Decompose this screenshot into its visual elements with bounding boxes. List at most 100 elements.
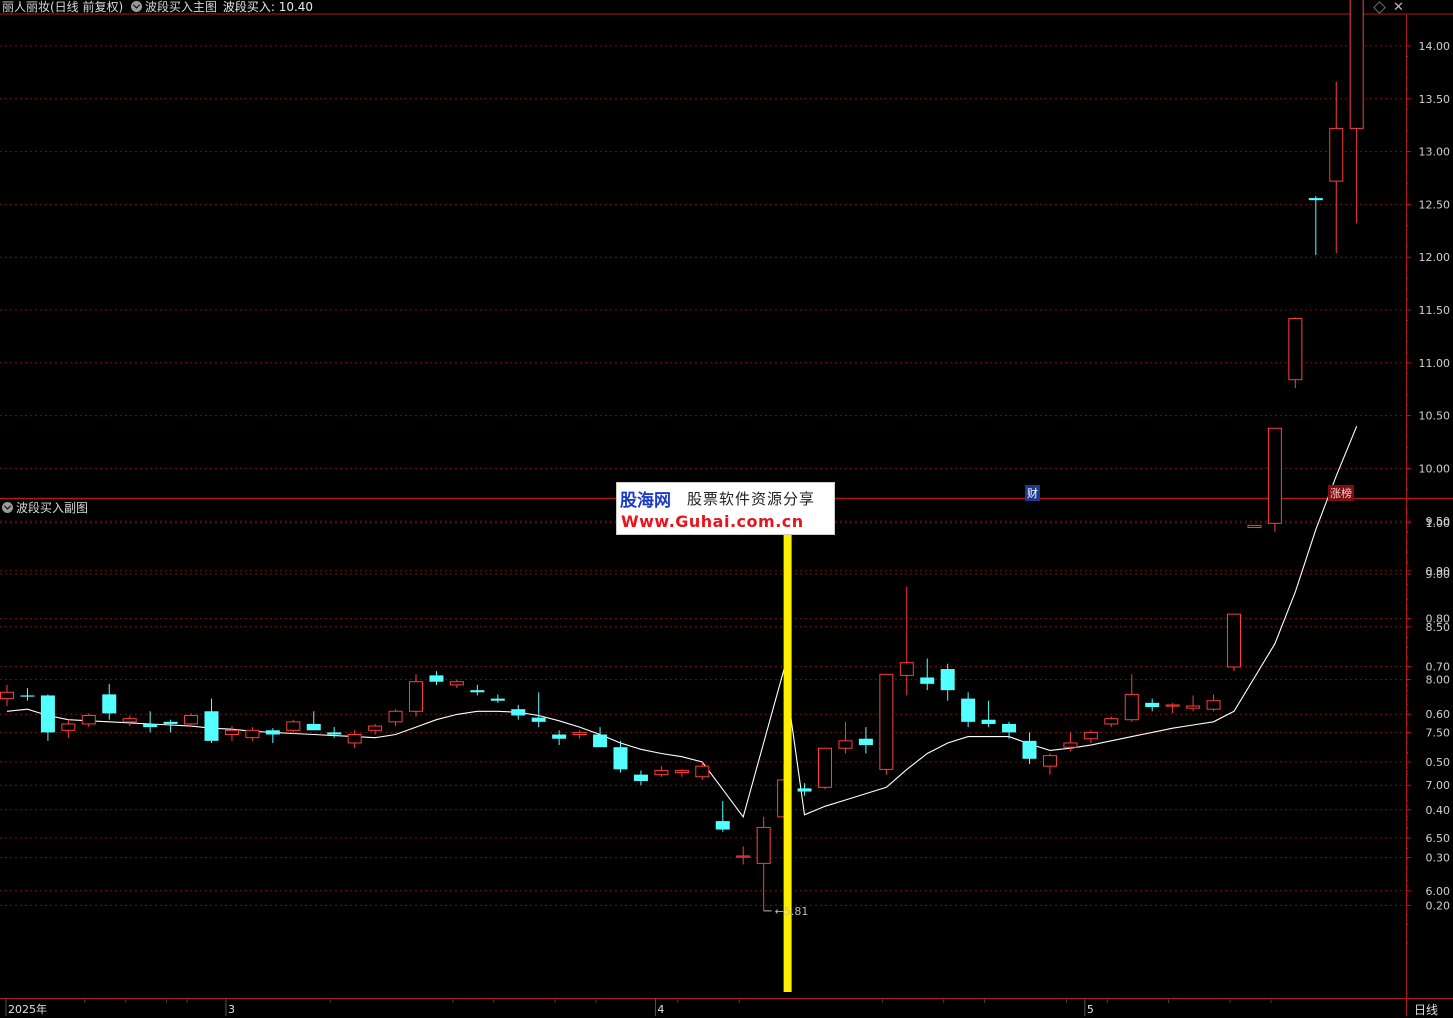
- candle: [246, 727, 259, 741]
- candle-body: [102, 694, 116, 713]
- price-tick-label: 6.00: [1426, 885, 1451, 898]
- value-tick-label: 0.70: [1426, 660, 1451, 673]
- candle-body: [1, 692, 14, 698]
- candle-body: [511, 709, 525, 715]
- candle: [123, 716, 136, 727]
- candle-body: [696, 766, 709, 777]
- candle: [737, 846, 750, 864]
- candle: [1289, 317, 1302, 388]
- value-tick-label: 0.60: [1426, 708, 1451, 721]
- date-axis: 2025年345: [6, 998, 1271, 1016]
- candle-body: [737, 856, 750, 857]
- candle: [287, 720, 300, 735]
- candle: [511, 705, 525, 720]
- candle-body: [327, 732, 341, 734]
- chevron-down-icon[interactable]: [2, 502, 13, 513]
- candle: [205, 699, 219, 743]
- candle-body: [62, 724, 75, 730]
- candle-body: [491, 699, 505, 701]
- sub-indicator-name[interactable]: 波段买入副图: [16, 501, 88, 515]
- candle-body: [1043, 756, 1056, 767]
- candle: [859, 727, 873, 753]
- candle: [450, 680, 463, 688]
- candle: [102, 684, 116, 720]
- candle: [757, 817, 770, 911]
- candle: [369, 724, 382, 735]
- candle-body: [369, 726, 382, 730]
- candle-body: [143, 724, 157, 727]
- finance-tag[interactable]: 财: [1025, 485, 1040, 501]
- candle-body: [716, 821, 730, 829]
- candle-body: [307, 724, 321, 730]
- main-grid: [0, 46, 1406, 891]
- candle: [82, 713, 95, 727]
- main-indicator-value: 波段买入: 10.40: [223, 0, 313, 14]
- candle: [1043, 754, 1056, 775]
- candle: [1105, 717, 1118, 728]
- candle: [470, 685, 484, 696]
- candle: [961, 692, 975, 727]
- candle-body: [859, 739, 873, 745]
- candle-body: [185, 716, 198, 724]
- candle-body: [1330, 128, 1343, 181]
- candle-body: [798, 788, 812, 791]
- limit-up-tag[interactable]: 涨榜: [1328, 485, 1354, 501]
- candle: [634, 770, 648, 785]
- candle-body: [1268, 428, 1281, 523]
- candle: [1145, 699, 1159, 712]
- candle-body: [1166, 705, 1179, 706]
- candle: [1, 685, 14, 706]
- sub-pane-header: 波段买入副图: [2, 501, 88, 515]
- candle-body: [164, 722, 178, 724]
- candle-body: [1309, 198, 1323, 200]
- candle: [1350, 0, 1363, 223]
- price-tick-label: 6.50: [1426, 832, 1451, 845]
- candle: [389, 709, 402, 726]
- main-indicator-name[interactable]: 波段买入主图: [145, 0, 217, 14]
- candle: [593, 727, 607, 747]
- candle-body: [348, 735, 361, 743]
- close-icon[interactable]: ✕: [1393, 0, 1404, 15]
- candle-body: [1350, 0, 1363, 128]
- candle-body: [573, 732, 586, 734]
- period-label[interactable]: 日线: [1414, 1001, 1438, 1018]
- candle: [696, 762, 709, 780]
- watermark-logo: 股海网 股票软件资源分享 Www.Guhai.com.cn: [616, 482, 835, 535]
- signal-bar: [784, 523, 792, 992]
- candle-body: [266, 730, 280, 734]
- candle: [716, 801, 730, 832]
- price-tick-label: 10.00: [1419, 462, 1451, 475]
- candle: [1023, 732, 1037, 764]
- candle: [41, 694, 55, 740]
- candle: [1084, 730, 1097, 743]
- candle-body: [1002, 724, 1016, 732]
- watermark-slogan: 股票软件资源分享: [687, 488, 815, 509]
- price-tick-label: 10.50: [1419, 410, 1451, 423]
- candle-body: [1289, 318, 1302, 379]
- date-label: 2025年: [8, 1002, 47, 1016]
- candle: [614, 741, 628, 773]
- candle-body: [1187, 706, 1200, 708]
- chevron-down-icon[interactable]: [131, 1, 142, 12]
- candle: [819, 748, 832, 789]
- candle: [532, 692, 546, 727]
- candle-body: [552, 735, 566, 739]
- candle: [839, 722, 852, 754]
- price-tick-label: 14.00: [1419, 40, 1451, 53]
- watermark-url: Www.Guhai.com.cn: [621, 512, 804, 531]
- candle-body: [41, 695, 55, 732]
- candle-body: [82, 716, 95, 724]
- candle-body: [532, 718, 546, 722]
- candle: [982, 701, 996, 727]
- price-tick-label: 12.50: [1419, 198, 1451, 211]
- candles-layer[interactable]: [1, 0, 1364, 911]
- price-tick-label: 13.50: [1419, 93, 1451, 106]
- price-tick-label: 7.50: [1426, 726, 1451, 739]
- price-tick-label: 12.00: [1419, 251, 1451, 264]
- candle: [1207, 694, 1220, 711]
- candle-body: [287, 722, 300, 730]
- candle: [307, 711, 321, 730]
- candle: [655, 766, 668, 777]
- candle-body: [389, 711, 402, 722]
- date-label: 5: [1087, 1003, 1094, 1016]
